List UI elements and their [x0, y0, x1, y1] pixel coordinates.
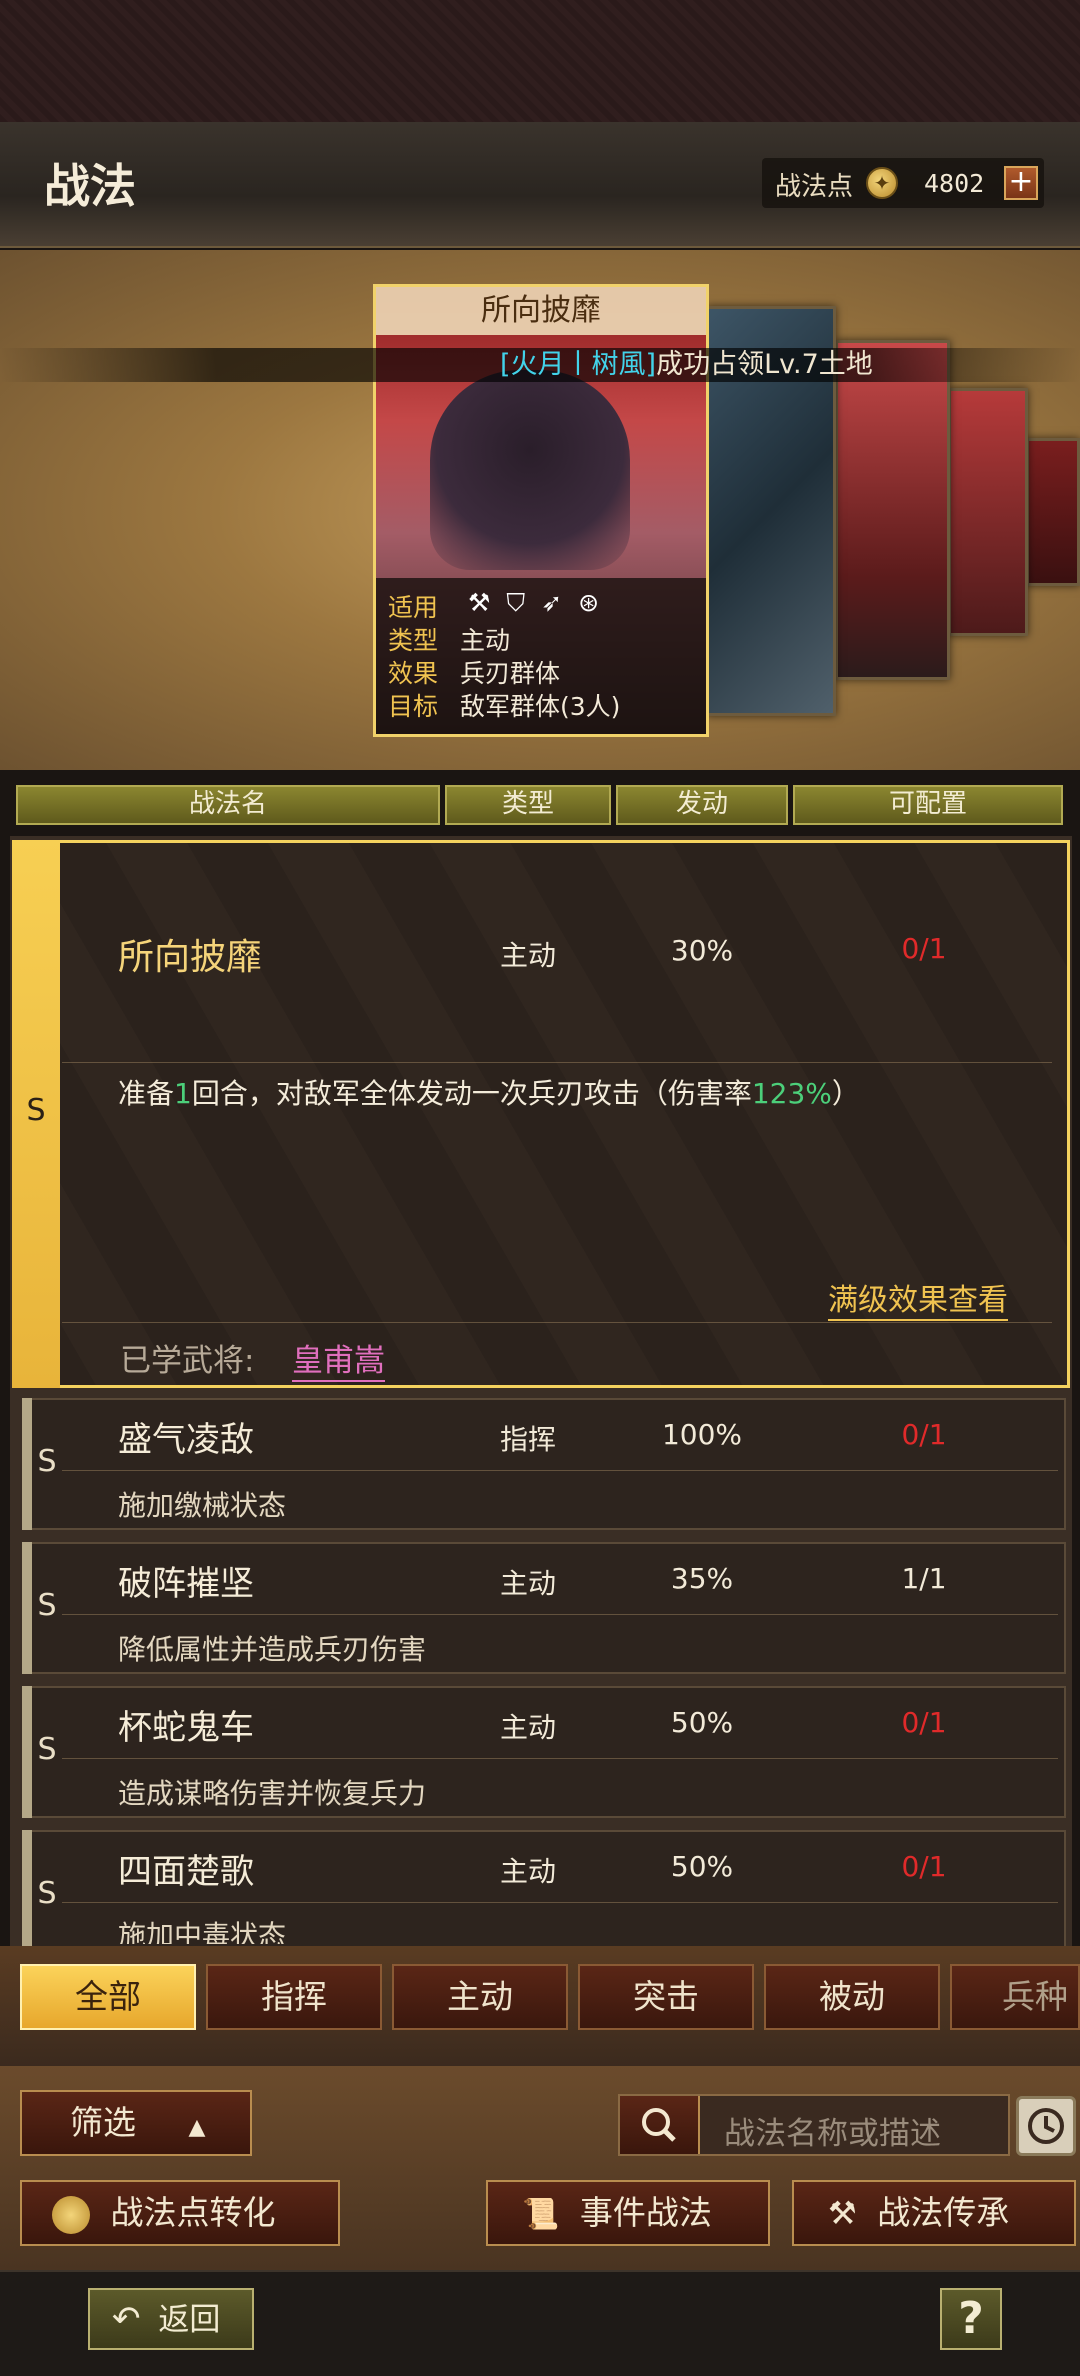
wheel-icon: ⊛ [578, 588, 616, 617]
filter-button[interactable]: 筛选 ▲ [20, 2090, 252, 2156]
skill-type: 主动 [499, 1855, 556, 1888]
hammer-icon: ⚒ [828, 2194, 857, 2232]
top-decor-band [0, 0, 1080, 122]
skill-type: 主动 [499, 939, 556, 972]
back-arrow-icon: ↶ [112, 2299, 141, 2339]
skill-config: 0/1 [901, 1418, 947, 1451]
skill-name: 四面楚歌 [118, 1852, 254, 1892]
caret-up-icon: ▲ [188, 2115, 206, 2140]
column-header-type[interactable]: 类型 [445, 785, 611, 825]
card-info-row: 目标 敌军群体(3人) [388, 692, 621, 721]
grade-label: S [37, 1876, 57, 1911]
divider [62, 1322, 1052, 1323]
skill-config: 0/1 [901, 932, 947, 965]
divider [62, 1470, 1058, 1471]
skill-description: 准备1回合，对敌军全体发动一次兵刃攻击（伤害率123%） [118, 1077, 860, 1110]
column-header-config[interactable]: 可配置 [793, 785, 1063, 825]
coin-icon: ✦ [866, 167, 898, 199]
skill-rate: 50% [670, 1706, 734, 1739]
back-button[interactable]: ↶ 返回 [88, 2288, 254, 2350]
help-button[interactable]: ? [940, 2288, 1002, 2350]
card-title: 所向披靡 [376, 287, 706, 335]
tab-passive[interactable]: 被动 [764, 1964, 940, 2030]
learned-general-link[interactable]: 皇甫嵩 [292, 1335, 385, 1382]
skill-config: 0/1 [901, 1706, 947, 1739]
axe-icon: ⚒ [468, 588, 507, 617]
max-level-effect-link[interactable]: 满级效果查看 [828, 1275, 1008, 1321]
skill-name: 盛气凌敌 [118, 1420, 254, 1460]
applicable-troop-icons: ⚒⛉➶⊛ [468, 588, 615, 618]
skill-short-description: 造成谋略伤害并恢复兵力 [118, 1777, 427, 1810]
grade-badge [22, 1686, 32, 1818]
divider [62, 1614, 1058, 1615]
add-points-button[interactable]: + [1004, 166, 1038, 200]
skill-type: 主动 [499, 1567, 556, 1600]
notification-text: [火月丨树風]成功占领Lv.7土地 [500, 349, 873, 380]
skill-points-label: 战法点 [775, 172, 854, 202]
divider [62, 1902, 1058, 1903]
warrior-silhouette [430, 370, 630, 570]
search-icon [642, 2108, 676, 2142]
grade-badge [22, 1542, 32, 1674]
skill-card-preview[interactable] [835, 340, 950, 680]
divider [62, 1062, 1052, 1063]
grade-label: S [37, 1588, 57, 1623]
skill-short-description: 施加缴械状态 [118, 1489, 287, 1522]
card-info-row: 适用 [388, 593, 439, 622]
card-info-row: 效果 兵刃群体 [388, 659, 561, 688]
grade-label: S [37, 1732, 57, 1767]
search-placeholder: 战法名称或描述 [724, 2116, 941, 2152]
skill-inherit-button[interactable]: ⚒ 战法传承 [792, 2180, 1076, 2246]
shield-icon: ⛉ [506, 588, 542, 617]
skill-card-preview[interactable] [1026, 438, 1080, 586]
skill-card-preview[interactable] [948, 388, 1028, 636]
column-header-trigger[interactable]: 发动 [616, 785, 788, 825]
skill-name: 杯蛇鬼车 [118, 1708, 254, 1748]
skill-config: 0/1 [901, 1850, 947, 1883]
tab-troop[interactable]: 兵种 [950, 1964, 1080, 2030]
card-info-row: 类型 主动 [388, 626, 511, 655]
bow-icon: ➶ [541, 588, 579, 617]
tab-assault[interactable]: 突击 [578, 1964, 754, 2030]
grade-badge [22, 1830, 32, 1946]
skill-type: 指挥 [499, 1423, 556, 1456]
clock-icon [1028, 2108, 1064, 2144]
skill-name: 所向披靡 [118, 937, 263, 978]
column-header-name[interactable]: 战法名 [16, 785, 440, 825]
skill-rate: 35% [670, 1562, 734, 1595]
grade-label: S [37, 1444, 57, 1479]
skill-rate: 100% [661, 1418, 743, 1451]
skill-config: 1/1 [901, 1562, 947, 1595]
skill-points-value: 4802 [924, 169, 985, 198]
skill-rate: 30% [670, 934, 734, 967]
tab-command[interactable]: 指挥 [206, 1964, 382, 2030]
event-skills-button[interactable]: 📜 事件战法 [486, 2180, 770, 2246]
search-button[interactable] [620, 2096, 700, 2154]
divider [62, 1758, 1058, 1759]
page-title: 战法 [44, 159, 136, 213]
tab-active[interactable]: 主动 [392, 1964, 568, 2030]
fire-coin-icon [52, 2196, 90, 2234]
skill-short-description: 施加中毒状态 [118, 1919, 287, 1944]
skill-short-description: 降低属性并造成兵刃伤害 [118, 1633, 427, 1666]
grade-badge [22, 1398, 32, 1530]
skill-type: 主动 [499, 1711, 556, 1744]
scroll-icon: 📜 [522, 2197, 560, 2232]
skill-name: 破阵摧坚 [118, 1564, 254, 1604]
tab-all[interactable]: 全部 [20, 1964, 196, 2030]
grade-label: S [26, 1093, 46, 1128]
history-button[interactable] [1016, 2096, 1076, 2156]
skill-rate: 50% [670, 1850, 734, 1883]
learned-generals-label: 已学武将: [120, 1343, 255, 1379]
convert-points-button[interactable]: 战法点转化 [20, 2180, 340, 2246]
